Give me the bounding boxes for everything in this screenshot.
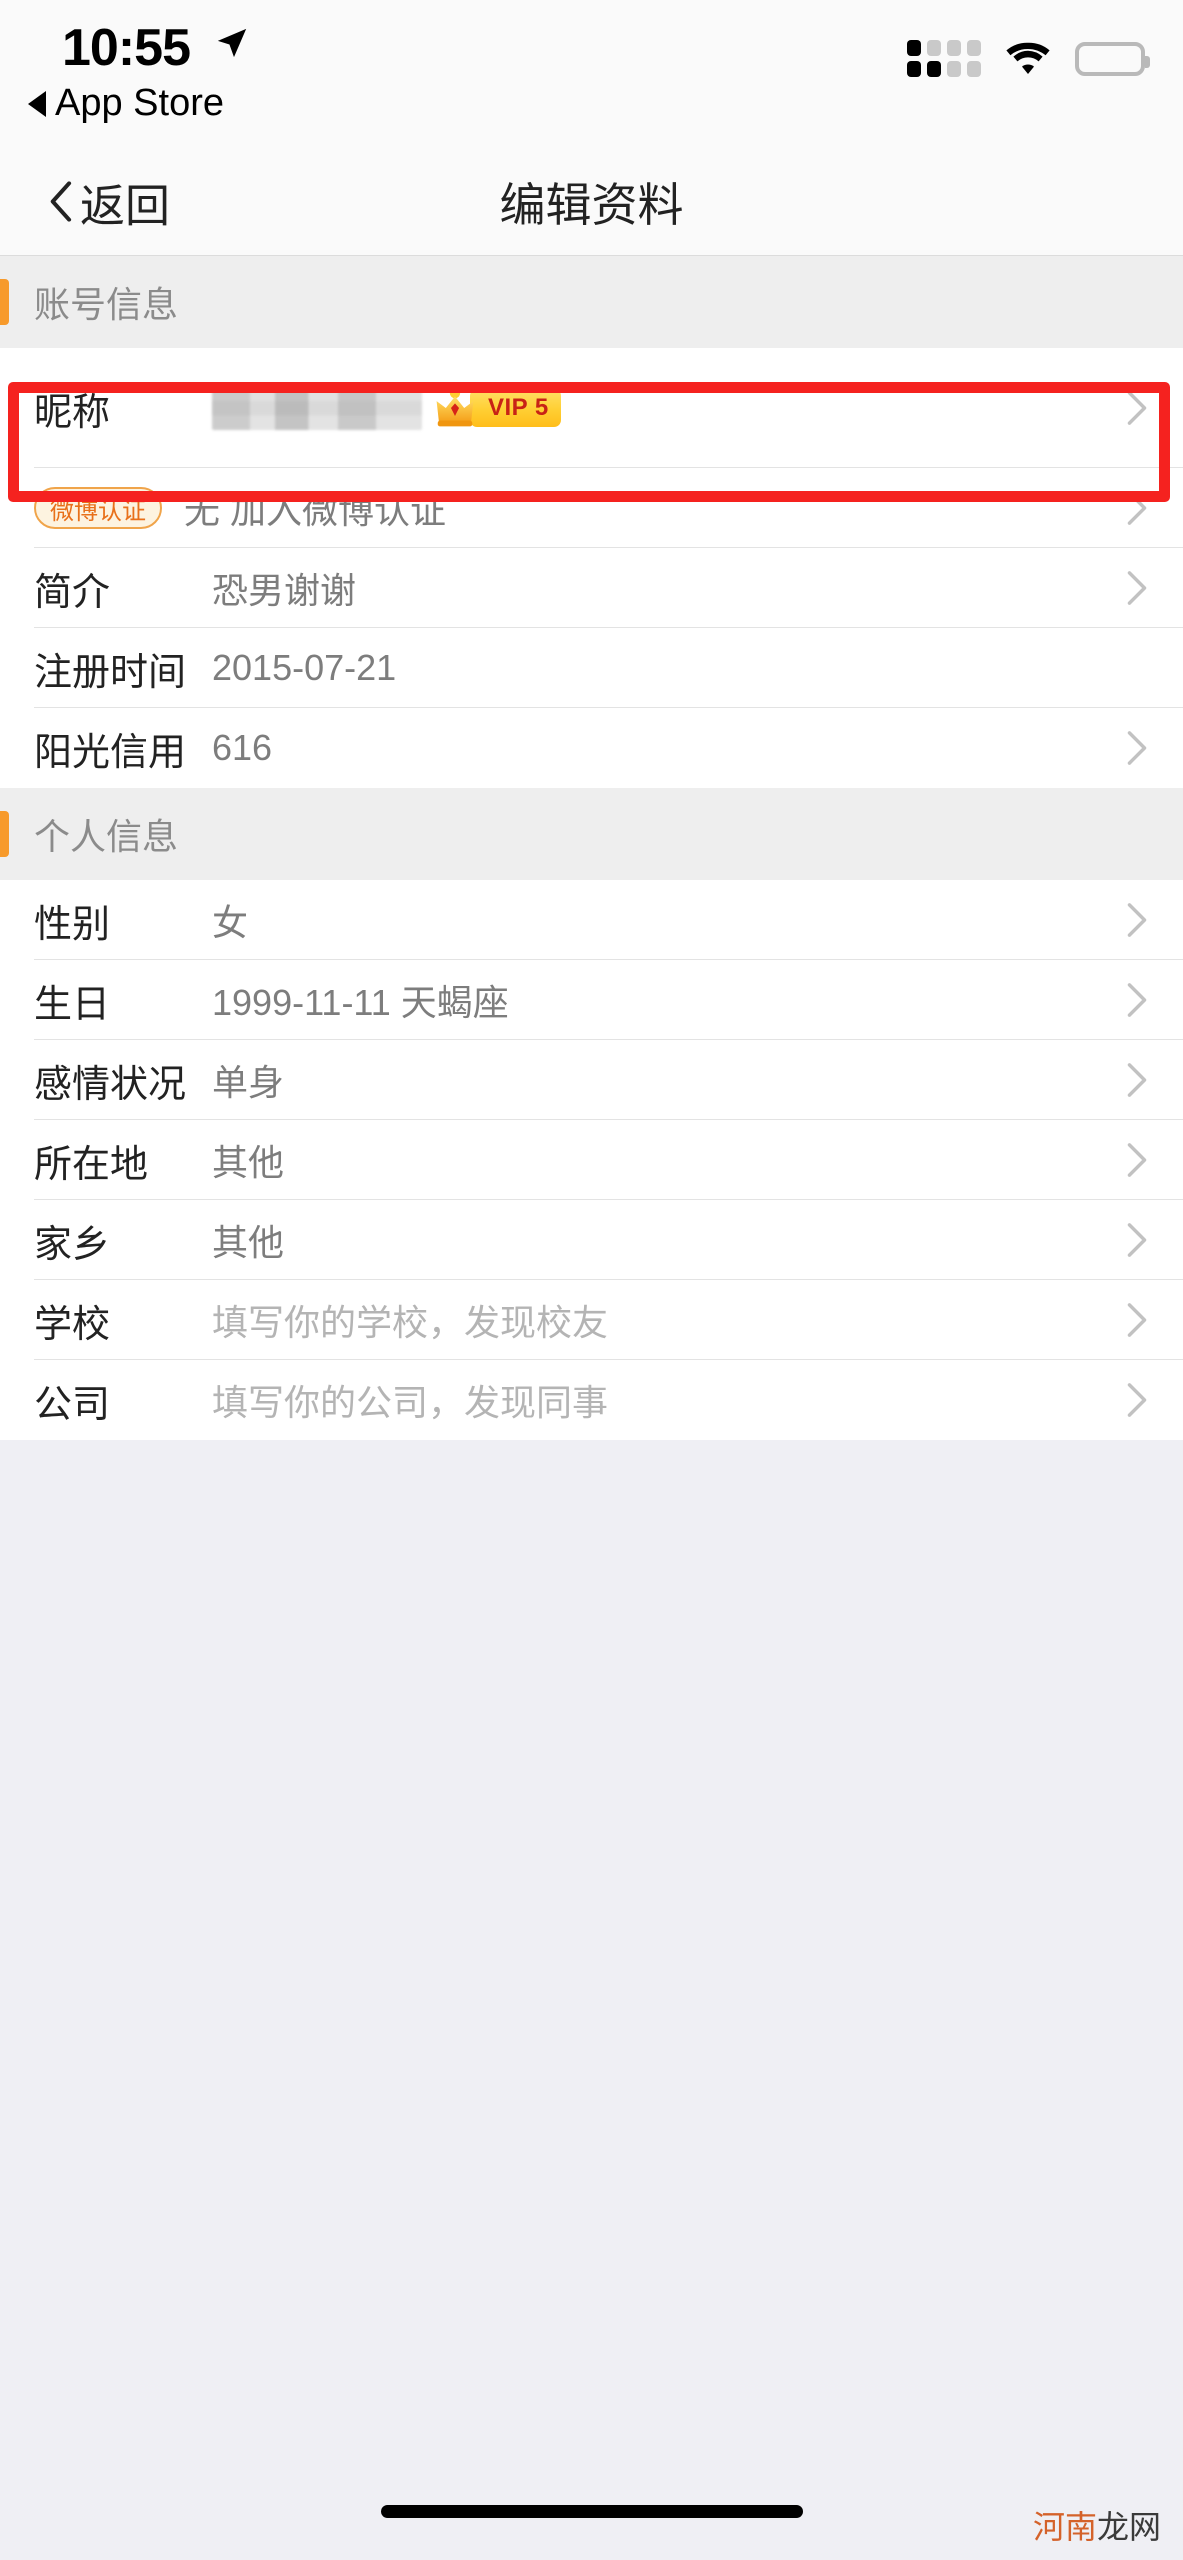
row-label-location: 所在地 bbox=[34, 1143, 149, 1186]
navigation-bar: 返回 编辑资料 bbox=[0, 148, 1183, 256]
row-register-time: 注册时间 2015-07-21 bbox=[0, 628, 1183, 708]
row-weibo-verification[interactable]: 微博认证 无 加入微博认证 bbox=[0, 468, 1183, 548]
home-indicator-bar bbox=[380, 2505, 803, 2518]
section-header-personal: 个人信息 bbox=[0, 788, 1183, 880]
row-label-company: 公司 bbox=[34, 1383, 111, 1426]
personal-info-list: 性别 女 生日 1999-11-11 天蝎座 感情状况 单身 所在地 其他 家乡… bbox=[0, 880, 1183, 1440]
cellular-signal-icon bbox=[907, 40, 981, 77]
chevron-right-icon bbox=[1127, 1303, 1147, 1337]
row-location[interactable]: 所在地 其他 bbox=[0, 1120, 1183, 1200]
row-label-school: 学校 bbox=[34, 1303, 111, 1346]
status-return-to-app[interactable]: App Store bbox=[28, 82, 224, 125]
battery-full-icon bbox=[1075, 41, 1150, 76]
section-accent-bar bbox=[0, 279, 9, 325]
wifi-icon bbox=[1003, 41, 1053, 77]
row-value-company: 填写你的公司，发现同事 bbox=[212, 1382, 609, 1423]
row-value-location: 其他 bbox=[212, 1142, 285, 1183]
back-triangle-icon bbox=[28, 90, 46, 117]
row-label-register-time: 注册时间 bbox=[34, 651, 187, 694]
section-accent-bar bbox=[0, 811, 9, 857]
row-value-school: 填写你的学校，发现校友 bbox=[212, 1302, 609, 1343]
section-header-label: 个人信息 bbox=[34, 816, 179, 857]
status-right-icons bbox=[907, 40, 1150, 77]
row-value-hometown: 其他 bbox=[212, 1222, 285, 1263]
chevron-right-icon bbox=[1127, 731, 1147, 765]
status-bar: 10:55 App Store bbox=[0, 0, 1183, 148]
row-label-hometown: 家乡 bbox=[34, 1223, 111, 1266]
row-value-birthday: 1999-11-11 天蝎座 bbox=[212, 982, 509, 1023]
chevron-right-icon bbox=[1127, 903, 1147, 937]
row-company[interactable]: 公司 填写你的公司，发现同事 bbox=[0, 1360, 1183, 1440]
row-birthday[interactable]: 生日 1999-11-11 天蝎座 bbox=[0, 960, 1183, 1040]
row-value-bio: 恐男谢谢 bbox=[212, 570, 357, 611]
row-value-register-time: 2015-07-21 bbox=[212, 647, 397, 688]
status-time: 10:55 bbox=[62, 19, 191, 77]
account-info-list: 昵称 VIP 5 微博认证 无 加入微博认证 简介 恐男谢谢 注册时间 2015… bbox=[0, 348, 1183, 788]
location-arrow-icon bbox=[215, 26, 249, 60]
row-value-relationship-status: 单身 bbox=[212, 1062, 285, 1103]
row-school[interactable]: 学校 填写你的学校，发现校友 bbox=[0, 1280, 1183, 1360]
row-value-verification: 无 加入微博认证 bbox=[184, 490, 447, 531]
chevron-right-icon bbox=[1127, 1063, 1147, 1097]
watermark-dark: 龙网 bbox=[1096, 2509, 1161, 2545]
row-value-sunshine-credit: 616 bbox=[212, 727, 273, 768]
row-bio[interactable]: 简介 恐男谢谢 bbox=[0, 548, 1183, 628]
status-return-label: App Store bbox=[55, 82, 224, 124]
row-label-sunshine-credit: 阳光信用 bbox=[34, 731, 187, 774]
chevron-right-icon bbox=[1127, 491, 1147, 525]
row-label-relationship-status: 感情状况 bbox=[34, 1063, 187, 1106]
section-header-label: 账号信息 bbox=[34, 284, 179, 325]
row-nickname[interactable]: 昵称 VIP 5 bbox=[0, 348, 1183, 468]
row-label-gender: 性别 bbox=[34, 903, 111, 946]
row-label-nickname: 昵称 bbox=[34, 391, 111, 434]
watermark: 河南龙网 bbox=[1033, 2502, 1161, 2548]
row-gender[interactable]: 性别 女 bbox=[0, 880, 1183, 960]
watermark-orange: 河南 bbox=[1032, 2509, 1097, 2545]
page-title: 编辑资料 bbox=[499, 178, 684, 231]
row-label-bio: 简介 bbox=[34, 571, 111, 614]
vip-level-label: VIP 5 bbox=[470, 389, 561, 427]
vip-badge: VIP 5 bbox=[432, 385, 561, 431]
chevron-right-icon bbox=[1127, 1383, 1147, 1417]
verification-pill-badge: 微博认证 bbox=[34, 487, 162, 529]
chevron-right-icon bbox=[1127, 391, 1147, 425]
phone-screen: 10:55 App Store 返回 编辑资料 账号信息 昵称 VIP 5 微博… bbox=[0, 0, 1183, 2560]
chevron-right-icon bbox=[1127, 571, 1147, 605]
nickname-masked-value bbox=[212, 386, 422, 430]
section-header-account: 账号信息 bbox=[0, 256, 1183, 348]
chevron-right-icon bbox=[1127, 1223, 1147, 1257]
chevron-right-icon bbox=[1127, 983, 1147, 1017]
crown-icon bbox=[432, 385, 478, 431]
chevron-right-icon bbox=[1127, 1143, 1147, 1177]
row-value-gender: 女 bbox=[212, 902, 249, 943]
row-label-birthday: 生日 bbox=[34, 983, 111, 1026]
row-sunshine-credit[interactable]: 阳光信用 616 bbox=[0, 708, 1183, 788]
row-hometown[interactable]: 家乡 其他 bbox=[0, 1200, 1183, 1280]
row-relationship-status[interactable]: 感情状况 单身 bbox=[0, 1040, 1183, 1120]
